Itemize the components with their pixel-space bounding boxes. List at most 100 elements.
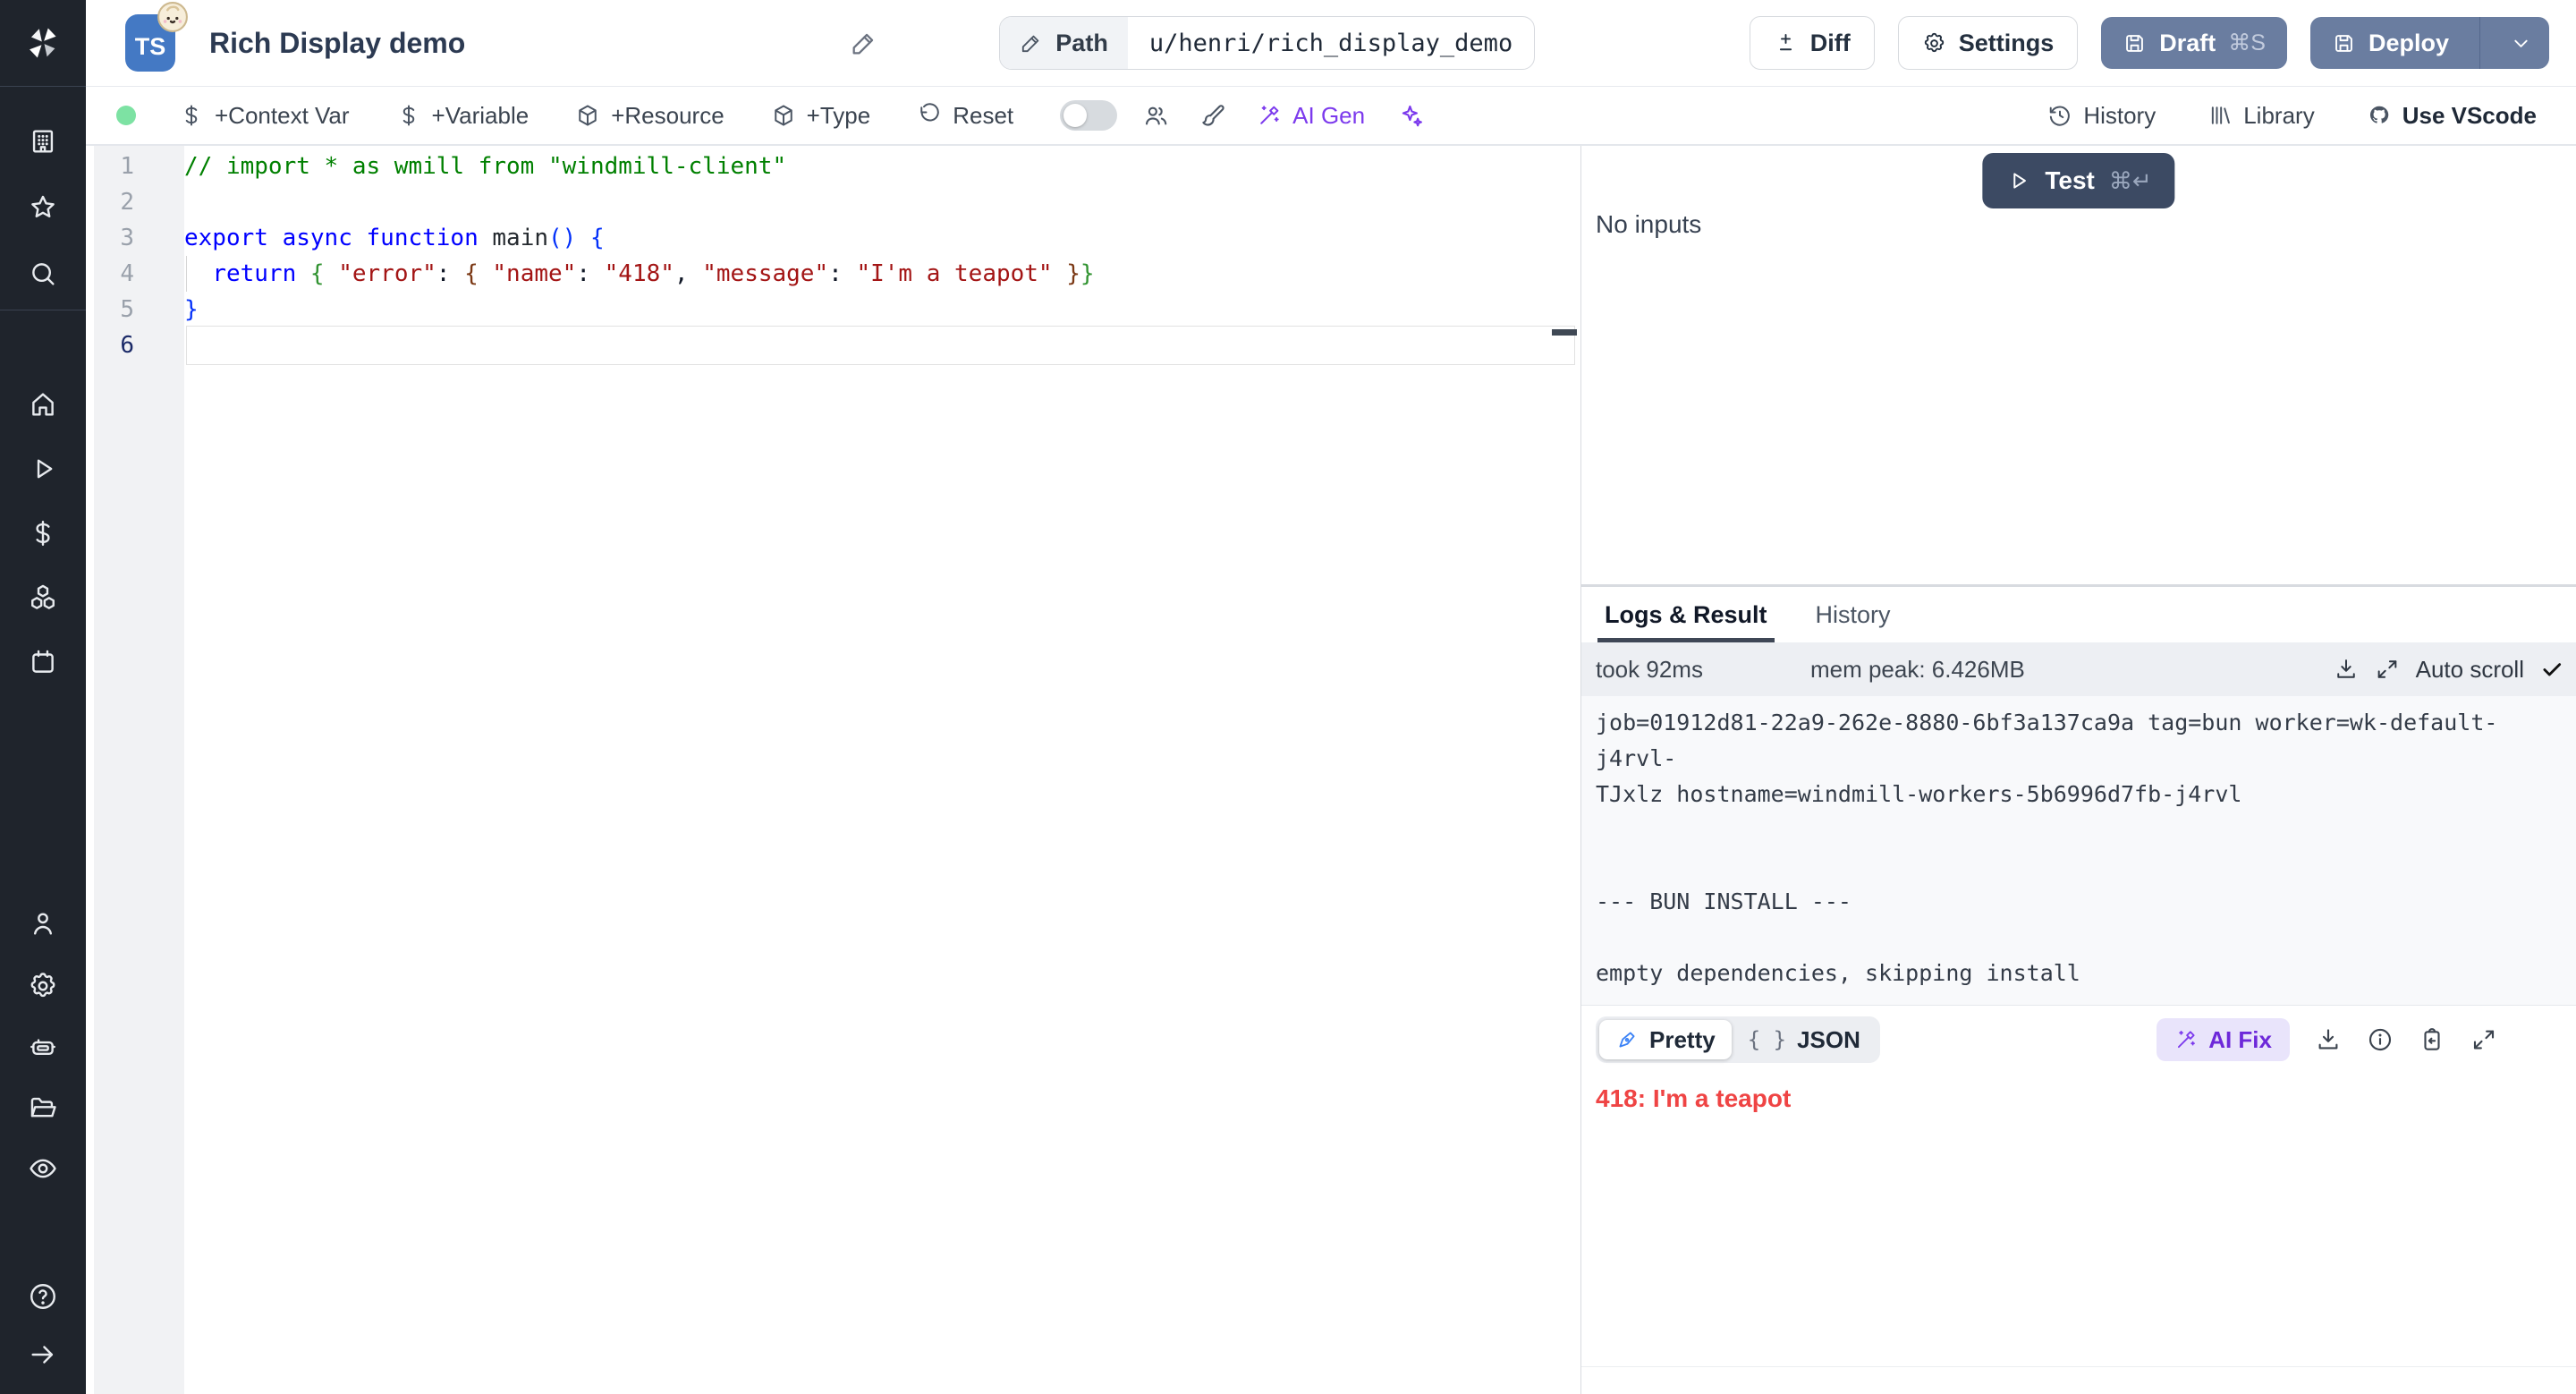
reset-label: Reset	[953, 102, 1013, 130]
magic-wand-icon	[2174, 1028, 2198, 1051]
sidebar-item-workspace-building-icon[interactable]	[28, 126, 58, 157]
add-context-var-button[interactable]: +Context Var	[179, 102, 350, 130]
download-logs-icon[interactable]	[2334, 657, 2359, 682]
ai-fix-button[interactable]: AI Fix	[2157, 1018, 2290, 1061]
add-resource-button[interactable]: +Resource	[575, 102, 724, 130]
windmill-app: TS Rich Display demo Path u/henri/rich_d…	[0, 0, 2576, 1394]
sidebar-item-audit-eye-icon[interactable]	[28, 1153, 58, 1184]
sidebar-item-users-person-icon[interactable]	[28, 908, 58, 939]
copy-clipboard-icon[interactable]	[2419, 1026, 2445, 1053]
settings-button[interactable]: Settings	[1898, 16, 2079, 70]
multiplayer-users-icon[interactable]	[1142, 102, 1169, 129]
line-number: 3	[94, 220, 184, 256]
braces-icon: { }	[1748, 1027, 1786, 1052]
sidebar-item-schedules-calendar-icon[interactable]	[28, 647, 58, 677]
add-context-var-label: +Context Var	[215, 102, 350, 130]
sidebar-item-search-icon[interactable]	[28, 259, 58, 289]
deploy-button-divider	[2479, 17, 2480, 69]
sidebar-item-runs-play-icon[interactable]	[28, 454, 58, 484]
test-button[interactable]: Test ⌘↵	[1982, 153, 2174, 208]
use-vscode-label: Use VScode	[2402, 102, 2537, 130]
code-line[interactable]	[184, 184, 1550, 220]
use-vscode-button[interactable]: Use VScode	[2367, 102, 2537, 130]
ai-gen-label: AI Gen	[1292, 102, 1365, 130]
library-button[interactable]: Library	[2207, 102, 2314, 130]
sidebar-item-resources-cubes-icon[interactable]	[28, 582, 58, 613]
history-button[interactable]: History	[2047, 102, 2156, 130]
code-editor[interactable]: 123456 // import * as wmill from "windmi…	[86, 146, 1580, 1394]
add-type-label: +Type	[807, 102, 871, 130]
deploy-label: Deploy	[2368, 30, 2449, 57]
edit-summary-pencil-icon[interactable]	[850, 29, 878, 57]
expand-logs-icon[interactable]	[2375, 657, 2400, 682]
sidebar-item-help-icon[interactable]	[28, 1281, 58, 1312]
result-tabs: Logs & Result History	[1581, 587, 2576, 642]
sidebar-item-variables-dollar-icon[interactable]	[28, 518, 58, 548]
line-number-gutter: 123456	[94, 146, 184, 1394]
sidebar-expand-arrow-icon[interactable]	[28, 1339, 58, 1370]
result-section: Pretty { } JSON AI Fix	[1581, 1005, 2576, 1394]
ai-sparkles-icon[interactable]	[1397, 102, 1424, 129]
sidebar-divider	[0, 86, 86, 87]
draft-button[interactable]: Draft ⌘S	[2101, 17, 2287, 69]
expand-result-icon[interactable]	[2470, 1026, 2497, 1053]
pretty-view-button[interactable]: Pretty	[1599, 1020, 1732, 1059]
result-view-toggle: Pretty { } JSON	[1596, 1016, 1880, 1063]
deploy-button[interactable]: Deploy	[2310, 17, 2549, 69]
code-area[interactable]: // import * as wmill from "windmill-clie…	[184, 146, 1550, 1394]
refresh-icon	[917, 103, 942, 128]
inputs-section: Test ⌘↵ No inputs	[1581, 146, 2576, 587]
dollar-icon	[179, 103, 204, 128]
magic-wand-icon	[1257, 103, 1282, 128]
windmill-logo-icon[interactable]	[22, 22, 64, 64]
run-panel: Test ⌘↵ No inputs Logs & Result History …	[1580, 146, 2576, 1394]
add-variable-button[interactable]: +Variable	[396, 102, 530, 130]
statusbar-actions: Auto scroll	[2334, 656, 2563, 684]
code-line[interactable]: }	[184, 292, 1550, 327]
sidebar-item-home-icon[interactable]	[28, 389, 58, 420]
deploy-dropdown-button[interactable]	[2493, 31, 2549, 55]
sidebar-item-favorites-star-icon[interactable]	[28, 192, 58, 223]
json-view-button[interactable]: { } JSON	[1732, 1020, 1877, 1059]
diff-label: Diff	[1810, 30, 1851, 57]
history-clock-icon	[2047, 103, 2072, 128]
line-number: 1	[94, 149, 184, 184]
save-icon	[2332, 31, 2356, 55]
sidebar	[0, 0, 86, 1394]
package-icon	[575, 103, 600, 128]
path-value[interactable]: u/henri/rich_display_demo	[1128, 17, 1534, 69]
sidebar-item-workers-robot-icon[interactable]	[28, 1032, 58, 1062]
library-label: Library	[2243, 102, 2314, 130]
test-label: Test	[2045, 166, 2095, 195]
tab-history[interactable]: History	[1812, 587, 1894, 642]
path-label-section[interactable]: Path	[1000, 17, 1128, 69]
log-text: job=01912d81-22a9-262e-8880-6bf3a137ca9a…	[1596, 705, 2562, 1005]
octocat-icon	[2367, 103, 2392, 128]
diff-button[interactable]: Diff	[1750, 16, 1875, 70]
multiplayer-toggle[interactable]	[1060, 100, 1117, 131]
info-icon[interactable]	[2367, 1026, 2394, 1053]
reset-button[interactable]: Reset	[917, 102, 1013, 130]
page-title: Rich Display demo	[209, 27, 465, 60]
toggle-knob	[1063, 104, 1087, 127]
download-result-icon[interactable]	[2315, 1026, 2342, 1053]
auto-scroll-check-icon[interactable]	[2540, 658, 2563, 681]
add-type-button[interactable]: +Type	[771, 102, 871, 130]
draft-label: Draft	[2159, 30, 2216, 57]
code-line[interactable]: export async function main() {	[184, 220, 1550, 256]
tab-logs-and-result[interactable]: Logs & Result	[1601, 587, 1771, 642]
ai-gen-button[interactable]: AI Gen	[1257, 102, 1365, 130]
format-brush-icon[interactable]	[1199, 102, 1226, 129]
scrollbar-position-marker[interactable]	[1552, 329, 1577, 336]
code-line[interactable]	[184, 327, 1550, 363]
sidebar-item-folders-icon[interactable]	[28, 1092, 58, 1123]
pencil-icon	[1020, 31, 1043, 55]
code-line[interactable]: // import * as wmill from "windmill-clie…	[184, 149, 1550, 184]
path-button[interactable]: Path u/henri/rich_display_demo	[999, 16, 1535, 70]
test-shortcut: ⌘↵	[2109, 167, 2152, 195]
result-actions: AI Fix	[2157, 1018, 2497, 1061]
line-number: 2	[94, 184, 184, 220]
sidebar-item-settings-gear-icon[interactable]	[28, 971, 58, 1001]
line-number: 6	[94, 327, 184, 363]
code-line[interactable]: return { "error": { "name": "418", "mess…	[184, 256, 1550, 292]
